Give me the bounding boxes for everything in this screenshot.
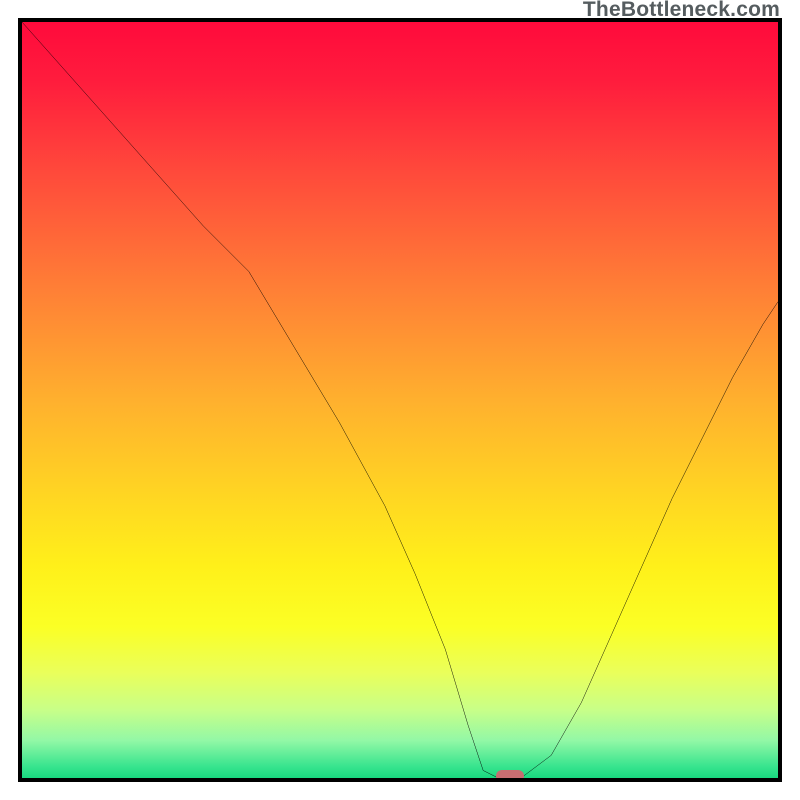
bottleneck-curve [22, 22, 778, 778]
chart-frame: TheBottleneck.com [0, 0, 800, 800]
optimal-point-marker [496, 770, 524, 782]
plot-area [18, 18, 782, 782]
